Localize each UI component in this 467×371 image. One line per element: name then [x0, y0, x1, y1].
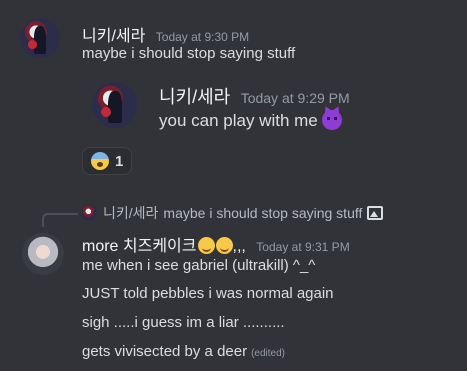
reply-avatar: [82, 205, 98, 221]
drooling-face-icon: [215, 237, 233, 254]
message-header: 니키/세라 Today at 9:30 PM: [82, 22, 249, 46]
message-text: you can play with me: [159, 111, 318, 130]
avatar[interactable]: [22, 233, 64, 275]
smiling-imp-icon: [321, 110, 342, 130]
avatar[interactable]: [20, 18, 60, 58]
reply-reference[interactable]: 니키/세라 maybe i should stop saying stuff: [82, 203, 384, 223]
message-header: more 치즈케이크,,, Today at 9:31 PM: [82, 232, 350, 256]
message-line: me when i see gabriel (ultrakill) ^_^: [82, 257, 316, 274]
reply-content[interactable]: maybe i should stop saying stuff: [163, 205, 362, 221]
message-line: JUST told pebbles i was normal again: [82, 285, 334, 302]
username-suffix: ,,,: [232, 238, 246, 255]
username[interactable]: 니키/세라: [82, 28, 145, 45]
username[interactable]: more 치즈케이크,,,: [82, 237, 246, 255]
timestamp: Today at 9:30 PM: [155, 30, 250, 44]
reply-connector: [42, 213, 78, 227]
message-header: 니키/세라 Today at 9:29 PM: [159, 83, 350, 109]
avatar: [92, 82, 138, 128]
timestamp: Today at 9:31 PM: [256, 240, 350, 254]
username: 니키/세라: [159, 87, 231, 107]
edited-label: (edited): [251, 348, 285, 359]
message-content: maybe i should stop saying stuff: [82, 45, 296, 62]
image-icon: [367, 206, 384, 220]
message-line: gets vivisected by a deer (edited): [82, 342, 285, 364]
fearful-face-icon: [91, 152, 109, 170]
username-text: more 치즈케이크: [82, 238, 197, 255]
message-text: gets vivisected by a deer: [82, 343, 248, 360]
drooling-face-icon: [197, 237, 215, 254]
timestamp: Today at 9:29 PM: [240, 90, 350, 106]
reaction-button[interactable]: 1: [82, 147, 133, 175]
message-content: you can play with me: [159, 110, 342, 131]
reaction-count: 1: [115, 152, 124, 170]
reply-username[interactable]: 니키/세라: [103, 203, 158, 223]
message-line: sigh .....i guess im a liar ..........: [82, 314, 285, 331]
